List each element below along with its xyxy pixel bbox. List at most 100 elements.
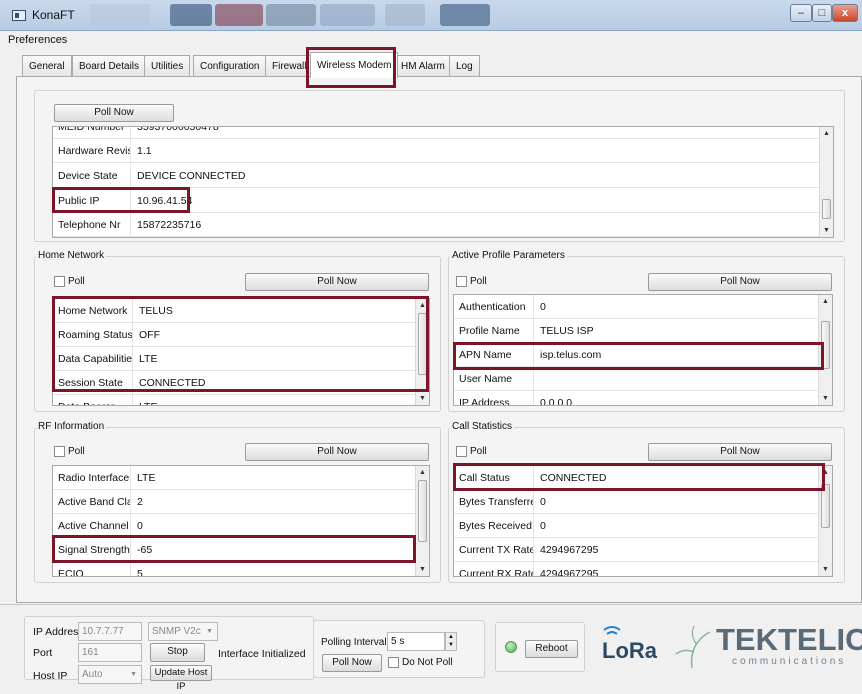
table-row: Public IP 10.96.41.54 (53, 189, 833, 213)
minimize-button[interactable]: – (790, 4, 812, 22)
host-ip-select[interactable]: Auto ▼ (78, 665, 142, 684)
scroll-down-icon[interactable]: ▼ (819, 563, 832, 576)
row-label: User Name (454, 367, 534, 391)
row-label: IP Address (454, 391, 534, 405)
window-title: KonaFT (32, 8, 75, 22)
rf-information-poll-checkbox[interactable] (54, 446, 65, 457)
row-label: Session State (53, 371, 133, 395)
table-row: Telephone Nr 15872235716 (53, 213, 833, 237)
rf-information-scrollbar[interactable]: ▲ ▼ (415, 466, 429, 576)
row-label: Profile Name (454, 319, 534, 343)
table-row: Data BearerLTE (53, 395, 429, 405)
scrollbar-thumb[interactable] (821, 321, 830, 369)
tab-utilities[interactable]: Utilities (144, 55, 191, 77)
row-value: 0 (137, 520, 143, 532)
menu-bar: Preferences (0, 31, 862, 51)
poll-label: Poll (470, 446, 487, 457)
close-button[interactable]: x (832, 4, 858, 22)
spinner-arrows-icon[interactable]: ▲ ▼ (445, 632, 457, 651)
row-value: -65 (137, 544, 153, 556)
tab-log[interactable]: Log (449, 55, 480, 77)
table-row: MEID Number 35937006050478 (53, 126, 833, 139)
reboot-button[interactable]: Reboot (525, 640, 578, 658)
scroll-down-icon[interactable]: ▼ (416, 392, 429, 405)
taskbar-thumbnail (170, 4, 212, 26)
row-value: 4294967295 (540, 568, 599, 577)
chevron-down-icon: ▼ (130, 671, 137, 678)
tab-wireless-modem[interactable]: Wireless Modem (310, 52, 399, 78)
ip-address-field[interactable]: 10.7.7.77 (78, 622, 142, 641)
table-row: ECIO 5 (53, 562, 429, 577)
scrollbar-thumb[interactable] (418, 313, 427, 375)
row-value: TELUS ISP (540, 325, 594, 337)
port-field[interactable]: 161 (78, 643, 142, 662)
table-row: Device State DEVICE CONNECTED (53, 164, 833, 188)
tab-board-details[interactable]: Board Details (72, 55, 147, 77)
row-value: DEVICE CONNECTED (137, 170, 246, 182)
scroll-up-icon[interactable]: ▲ (416, 299, 429, 312)
active-profile-poll-checkbox[interactable] (456, 276, 467, 287)
home-network-scrollbar[interactable]: ▲ ▼ (415, 299, 429, 405)
active-profile-poll-now-button[interactable]: Poll Now (648, 273, 832, 291)
table-row: Signal Strength -65 (53, 538, 429, 562)
scroll-up-icon[interactable]: ▲ (819, 295, 832, 308)
scrollbar-thumb[interactable] (822, 199, 831, 219)
poll-label: Poll (68, 446, 85, 457)
home-network-title: Home Network (36, 250, 107, 261)
row-value: isp.telus.com (540, 349, 602, 361)
row-label: Home Network (53, 299, 133, 323)
row-value: 5 (137, 568, 143, 577)
brand-name: TEKTELIC (716, 622, 862, 657)
polling-interval-spinner[interactable]: 5 s (387, 632, 445, 651)
table-row: Radio Interface LTE (53, 466, 429, 490)
row-label: Data Bearer (53, 395, 133, 405)
call-statistics-title: Call Statistics (450, 421, 515, 432)
rf-information-poll-now-button[interactable]: Poll Now (245, 443, 429, 461)
device-table-scrollbar[interactable]: ▲ ▼ (819, 127, 833, 237)
title-bar: KonaFT – □ x (0, 0, 862, 31)
scroll-down-icon[interactable]: ▼ (819, 392, 832, 405)
row-value: 4294967295 (540, 544, 599, 556)
tab-hm-alarm[interactable]: HM Alarm (394, 55, 452, 77)
device-poll-now-button[interactable]: Poll Now (54, 104, 174, 122)
row-value: 35937006050478 (137, 126, 219, 133)
scroll-down-icon[interactable]: ▼ (820, 224, 833, 237)
home-network-poll-now-button[interactable]: Poll Now (245, 273, 429, 291)
scroll-up-icon[interactable]: ▲ (820, 127, 833, 140)
home-network-poll-checkbox[interactable] (54, 276, 65, 287)
taskbar-thumbnail (320, 4, 375, 26)
maximize-button[interactable]: □ (812, 4, 832, 22)
row-label: ECIO (53, 562, 131, 576)
home-network-table: Home Network TELUS Roaming Status OFF Data… (52, 298, 430, 406)
call-statistics-poll-now-button[interactable]: Poll Now (648, 443, 832, 461)
table-row: Home Network TELUS (53, 299, 429, 323)
table-row: Session State CONNECTED (53, 371, 429, 395)
interface-status-text: Interface Initialized (218, 648, 306, 660)
scrollbar-thumb[interactable] (418, 480, 427, 542)
tab-configuration[interactable]: Configuration (193, 55, 267, 77)
scroll-up-icon[interactable]: ▲ (416, 466, 429, 479)
call-statistics-scrollbar[interactable]: ▲ ▼ (818, 466, 832, 576)
scroll-down-icon[interactable]: ▼ (416, 563, 429, 576)
row-value: OFF (139, 329, 160, 341)
update-host-ip-button[interactable]: Update Host IP (150, 665, 212, 692)
call-statistics-poll-checkbox[interactable] (456, 446, 467, 457)
app-icon (12, 10, 26, 21)
row-value: 0 (540, 520, 546, 532)
active-profile-title: Active Profile Parameters (450, 250, 567, 261)
scrollbar-thumb[interactable] (821, 484, 830, 528)
menu-preferences[interactable]: Preferences (8, 34, 67, 46)
active-profile-scrollbar[interactable]: ▲ ▼ (818, 295, 832, 405)
scroll-up-icon[interactable]: ▲ (819, 466, 832, 479)
tab-firewall[interactable]: Firewall (265, 55, 314, 77)
table-row: Call Status CONNECTED (454, 466, 832, 490)
row-label: Current RX Rate (454, 562, 534, 576)
row-value: LTE (137, 472, 156, 484)
snmp-version-select[interactable]: SNMP V2c ▼ (148, 622, 218, 641)
do-not-poll-checkbox[interactable] (388, 657, 399, 668)
active-profile-table: Authentication 0 Profile Name TELUS ISP AP… (453, 294, 833, 406)
table-row: Current TX Rate 4294967295 (454, 538, 832, 562)
tab-general[interactable]: General (22, 55, 72, 77)
stop-button[interactable]: Stop (150, 643, 205, 662)
poll-now-button[interactable]: Poll Now (322, 654, 382, 672)
